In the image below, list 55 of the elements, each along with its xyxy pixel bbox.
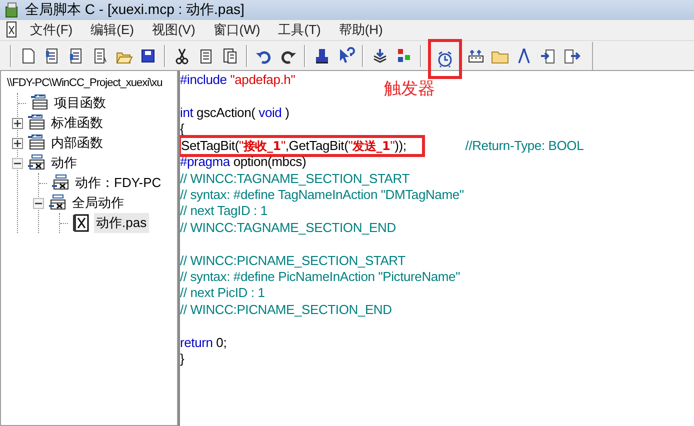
code-line: return 0;	[180, 334, 228, 351]
import-icon	[539, 46, 557, 64]
code-line: // WINCC:TAGNAME_SECTION_START	[180, 170, 410, 187]
clock-icon	[436, 50, 454, 68]
function-folder-icon	[27, 134, 45, 152]
cut-icon	[173, 46, 191, 64]
tree-item[interactable]: 动作	[49, 153, 79, 173]
tree-item[interactable]: 动作：FDY-PC	[73, 173, 164, 193]
menu-item[interactable]: 文件(F)	[20, 21, 81, 39]
action-folder-icon	[27, 154, 45, 172]
tree-item[interactable]: 全局动作	[70, 193, 126, 213]
code-comment: //Return-Type: BOOL	[465, 138, 584, 154]
menu-item[interactable]: 帮助(H)	[328, 21, 391, 39]
save-icon	[139, 46, 157, 64]
help-pointer-icon	[337, 46, 355, 64]
plus-icon	[13, 118, 22, 128]
window-title: 全局脚本 C - [xuexi.mcp : 动作.pas]	[25, 1, 244, 19]
code-line: // next PicID : 1	[180, 285, 266, 302]
code-line: // WINCC:PICNAME_SECTION_START	[180, 252, 406, 269]
code-line: }	[180, 350, 186, 367]
action-folder-icon	[51, 174, 69, 192]
function-folder-icon	[27, 114, 45, 132]
code-line: // syntax: #define PicNameInAction "PictureName"	[180, 268, 461, 285]
plus-icon	[13, 138, 22, 148]
code-line: // WINCC:TAGNAME_SECTION_END	[180, 220, 397, 236]
app-icon	[4, 1, 20, 19]
tree-item[interactable]: 动作.pas	[94, 213, 149, 233]
code-line: // WINCC:PICNAME_SECTION_END	[180, 302, 393, 318]
export-icon	[563, 46, 581, 64]
colored-squares-icon	[395, 46, 413, 64]
code-line: int gscAction( void )	[180, 104, 290, 122]
tree-path: \\FDY-PC\WinCC_Project_xuexi\xu	[6, 77, 162, 91]
stack-icon	[371, 46, 389, 64]
collapse-toggle[interactable]	[33, 198, 44, 208]
paste-icon	[221, 46, 239, 64]
tree-item[interactable]: 项目函数	[52, 93, 108, 113]
script-file-icon	[72, 214, 90, 232]
expand-toggle[interactable]	[12, 118, 23, 128]
collapse-toggle[interactable]	[12, 158, 23, 168]
code-line: #include "apdefap.h"	[180, 72, 296, 88]
function-folder-icon	[30, 94, 48, 112]
action-folder-icon	[48, 194, 66, 212]
expand-toggle[interactable]	[12, 138, 23, 148]
code-line: // syntax: #define TagNameInAction "DMTagName"	[180, 186, 465, 203]
tree-item[interactable]: 内部函数	[49, 133, 105, 153]
tree-item[interactable]: 标准函数	[49, 113, 105, 133]
menu-item[interactable]: 编辑(E)	[80, 21, 142, 39]
annotation-label: 触发器	[384, 78, 435, 100]
document-icon	[4, 21, 18, 39]
code-line: #pragma option(mbcs)	[180, 154, 308, 170]
printer-icon	[313, 46, 331, 64]
menu-item[interactable]: 工具(T)	[268, 21, 329, 39]
menu-item[interactable]: 窗口(W)	[203, 21, 268, 39]
code-line: // next TagID : 1	[180, 203, 268, 220]
menu-item[interactable]: 视图(V)	[142, 21, 204, 39]
